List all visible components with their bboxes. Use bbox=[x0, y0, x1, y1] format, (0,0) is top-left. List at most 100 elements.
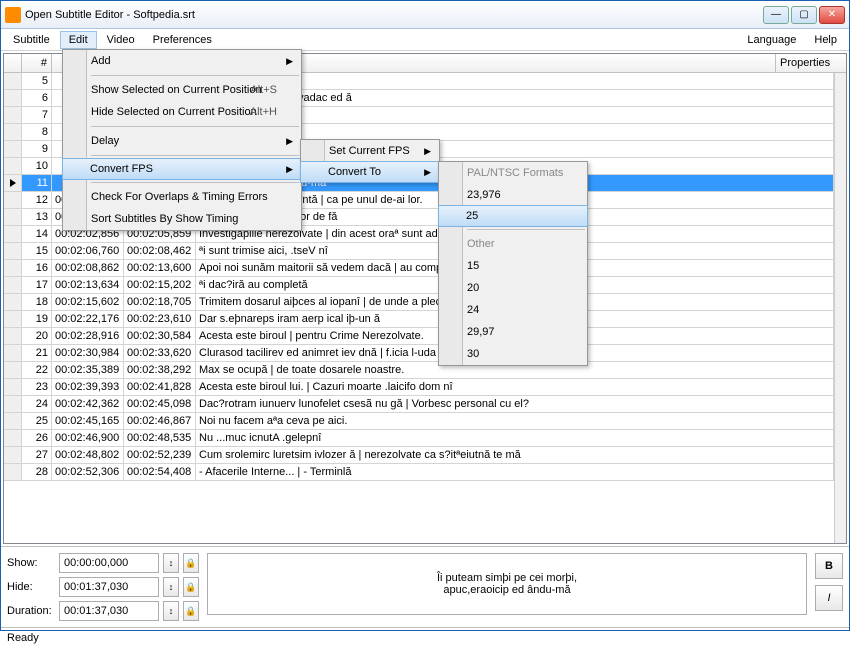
table-row[interactable]: 2400:02:42,36200:02:45,098Dac?rotram iun… bbox=[4, 396, 834, 413]
table-row[interactable]: 2600:02:46,90000:02:48,535Nu ...muc icnu… bbox=[4, 430, 834, 447]
cell-txt: Nu ...muc icnutA .gelepnî bbox=[196, 430, 834, 447]
cell-txt: Dac?rotram iunuerv lunofelet csesã nu gă… bbox=[196, 396, 834, 413]
cell-t1: 00:02:13,634 bbox=[52, 277, 124, 294]
show-lock-icon[interactable]: 🔒 bbox=[183, 553, 199, 573]
menu-preferences[interactable]: Preferences bbox=[145, 32, 220, 48]
convert-fps-submenu: Set Current FPS▶Convert To▶ bbox=[300, 139, 440, 183]
convert-menu-item-2[interactable]: 25 bbox=[438, 205, 588, 227]
close-button[interactable]: ✕ bbox=[819, 6, 845, 24]
convert-menu-item-7[interactable]: 24 bbox=[439, 299, 587, 321]
cell-num: 12 bbox=[22, 192, 52, 209]
title-bar: Open Subtitle Editor - Softpedia.srt — ▢… bbox=[1, 1, 849, 29]
duration-lock-icon[interactable]: 🔒 bbox=[183, 601, 199, 621]
show-stepper-icon[interactable]: ↕ bbox=[163, 553, 179, 573]
edit-menu-item-0[interactable]: Add▶ bbox=[63, 50, 301, 72]
cell-t1: 00:02:22,176 bbox=[52, 311, 124, 328]
cell-t1: 00:02:42,362 bbox=[52, 396, 124, 413]
vertical-scrollbar[interactable] bbox=[834, 73, 846, 543]
duration-input[interactable] bbox=[59, 601, 159, 621]
table-row[interactable]: 2000:02:28,91600:02:30,584Acesta este bi… bbox=[4, 328, 834, 345]
cell-t1: 00:02:52,306 bbox=[52, 464, 124, 481]
table-row[interactable]: 1800:02:15,60200:02:18,705Trimitem dosar… bbox=[4, 294, 834, 311]
fps-menu-item-0[interactable]: Set Current FPS▶ bbox=[301, 140, 439, 162]
cell-num: 19 bbox=[22, 311, 52, 328]
cell-t2: 00:02:08,462 bbox=[124, 243, 196, 260]
cell-t1: 00:02:06,760 bbox=[52, 243, 124, 260]
row-selector bbox=[4, 294, 22, 311]
minimize-button[interactable]: — bbox=[763, 6, 789, 24]
duration-stepper-icon[interactable]: ↕ bbox=[163, 601, 179, 621]
cell-num: 10 bbox=[22, 158, 52, 175]
convert-menu-item-8[interactable]: 29,97 bbox=[439, 321, 587, 343]
table-row[interactable]: 2200:02:35,38900:02:38,292Max se ocupă |… bbox=[4, 362, 834, 379]
table-row[interactable]: 1900:02:22,17600:02:23,610Dar s.eþnareps… bbox=[4, 311, 834, 328]
menu-edit[interactable]: Edit bbox=[60, 31, 97, 49]
menu-help[interactable]: Help bbox=[806, 32, 845, 48]
edit-menu-item-10[interactable]: Sort Subtitles By Show Timing bbox=[63, 208, 301, 230]
maximize-button[interactable]: ▢ bbox=[791, 6, 817, 24]
table-row[interactable]: 1500:02:06,76000:02:08,462ªi sunt trimis… bbox=[4, 243, 834, 260]
convert-menu-item-5[interactable]: 15 bbox=[439, 255, 587, 277]
cell-t1: 00:02:39,393 bbox=[52, 379, 124, 396]
row-selector bbox=[4, 90, 22, 107]
edit-menu-item-7[interactable]: Convert FPS▶ bbox=[62, 158, 302, 180]
convert-menu-item-6[interactable]: 20 bbox=[439, 277, 587, 299]
hide-stepper-icon[interactable]: ↕ bbox=[163, 577, 179, 597]
cell-t1: 00:02:46,900 bbox=[52, 430, 124, 447]
chevron-right-icon: ▶ bbox=[286, 164, 293, 175]
edit-menu-item-2[interactable]: Show Selected on Current PositionAlt+S bbox=[63, 79, 301, 101]
menu-video[interactable]: Video bbox=[99, 32, 143, 48]
row-selector bbox=[4, 192, 22, 209]
status-bar: Ready bbox=[1, 627, 849, 647]
row-selector bbox=[4, 124, 22, 141]
edit-menu-item-3[interactable]: Hide Selected on Current PositionAlt+H bbox=[63, 101, 301, 123]
header-properties[interactable]: Properties bbox=[776, 54, 846, 72]
table-row[interactable]: 2800:02:52,30600:02:54,408- Afacerile In… bbox=[4, 464, 834, 481]
cell-num: 5 bbox=[22, 73, 52, 90]
row-selector bbox=[4, 209, 22, 226]
italic-button[interactable]: I bbox=[815, 585, 843, 611]
cell-t2: 00:02:41,828 bbox=[124, 379, 196, 396]
cell-num: 11 bbox=[22, 175, 52, 192]
cell-t2: 00:02:18,705 bbox=[124, 294, 196, 311]
edit-menu-item-9[interactable]: Check For Overlaps & Timing Errors bbox=[63, 186, 301, 208]
cell-txt: Noi nu facem aªa ceva pe aici. bbox=[196, 413, 834, 430]
row-selector bbox=[4, 243, 22, 260]
table-row[interactable]: 2700:02:48,80200:02:52,239Cum srolemirc … bbox=[4, 447, 834, 464]
show-input[interactable] bbox=[59, 553, 159, 573]
edit-menu-item-5[interactable]: Delay▶ bbox=[63, 130, 301, 152]
menu-bar: SubtitleEditVideoPreferences LanguageHel… bbox=[1, 29, 849, 51]
table-row[interactable]: 2100:02:30,98400:02:33,620Clurasod tacil… bbox=[4, 345, 834, 362]
row-selector bbox=[4, 226, 22, 243]
hide-input[interactable] bbox=[59, 577, 159, 597]
menu-language[interactable]: Language bbox=[739, 32, 804, 48]
convert-menu-item-1[interactable]: 23,976 bbox=[439, 184, 587, 206]
edit-menu: Add▶ Show Selected on Current PositionAlt… bbox=[62, 49, 302, 231]
cell-num: 6 bbox=[22, 90, 52, 107]
preview-line-2: apuc,eraoicip ed ându-mă bbox=[443, 584, 570, 596]
row-selector bbox=[4, 141, 22, 158]
cell-t2: 00:02:23,610 bbox=[124, 311, 196, 328]
cell-t2: 00:02:48,535 bbox=[124, 430, 196, 447]
subtitle-preview[interactable]: Îi puteam simþi pe cei morþi, apuc,eraoi… bbox=[207, 553, 807, 615]
cell-t1: 00:02:30,984 bbox=[52, 345, 124, 362]
content-area: # Properties 56o armat.ilanimirC .ervada… bbox=[1, 51, 849, 546]
row-selector bbox=[4, 447, 22, 464]
table-row[interactable]: 2500:02:45,16500:02:46,867Noi nu facem a… bbox=[4, 413, 834, 430]
table-row[interactable]: 2300:02:39,39300:02:41,828Acesta este bi… bbox=[4, 379, 834, 396]
cell-num: 22 bbox=[22, 362, 52, 379]
duration-label: Duration: bbox=[7, 605, 55, 617]
header-num[interactable]: # bbox=[22, 54, 52, 72]
convert-menu-item-9[interactable]: 30 bbox=[439, 343, 587, 365]
hide-lock-icon[interactable]: 🔒 bbox=[183, 577, 199, 597]
row-selector bbox=[4, 413, 22, 430]
cell-t1: 00:02:08,862 bbox=[52, 260, 124, 277]
menu-subtitle[interactable]: Subtitle bbox=[5, 32, 58, 48]
table-row[interactable]: 1700:02:13,63400:02:15,202ªi dac?iră au … bbox=[4, 277, 834, 294]
fps-menu-item-1[interactable]: Convert To▶ bbox=[300, 161, 440, 183]
cell-t2: 00:02:38,292 bbox=[124, 362, 196, 379]
cell-txt: - Afacerile Interne... | - Terminlă bbox=[196, 464, 834, 481]
preview-line-1: Îi puteam simþi pe cei morþi, bbox=[437, 572, 577, 584]
bold-button[interactable]: B bbox=[815, 553, 843, 579]
table-row[interactable]: 1600:02:08,86200:02:13,600Apoi noi sunăm… bbox=[4, 260, 834, 277]
